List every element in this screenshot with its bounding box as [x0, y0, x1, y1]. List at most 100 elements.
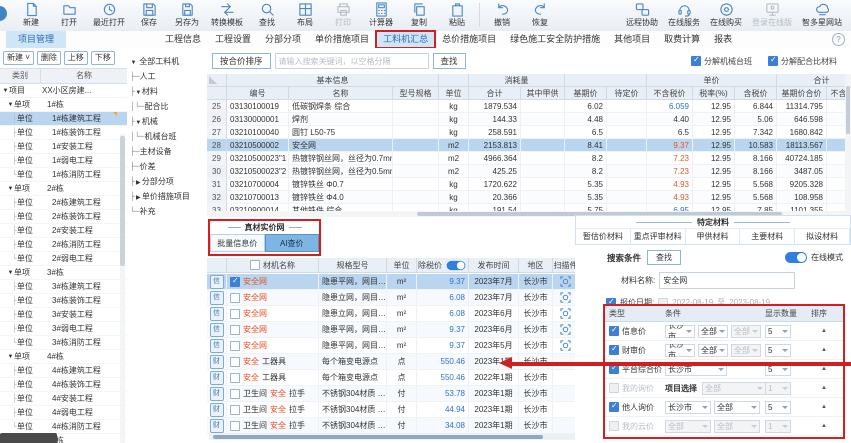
- category-item-补充[interactable]: └─补充: [127, 204, 207, 219]
- expand-arrow-icon[interactable]: ▼: [135, 86, 142, 99]
- condition-dropdown[interactable]: 全部: [702, 382, 765, 395]
- scan-file-icon[interactable]: [560, 340, 571, 351]
- tree-row-1#栋消防工程[interactable]: └单位1#栋消防工程: [0, 168, 127, 182]
- sort-ascending-icon[interactable]: ▲: [811, 423, 843, 429]
- scan-file-icon[interactable]: [560, 276, 571, 287]
- display-count-dropdown[interactable]: 1: [765, 420, 791, 433]
- price-row-checkbox[interactable]: [230, 405, 240, 415]
- category-item-配合比[interactable]: │└─配合比: [127, 99, 207, 114]
- summary-row[interactable]: 2503130100019低碳钢焊条 综合kg1879.5346.026.059…: [207, 100, 845, 113]
- sort-ascending-icon[interactable]: ▲: [811, 404, 843, 410]
- tab-拟设材料[interactable]: 拟设材料: [795, 229, 850, 245]
- condition-dropdown[interactable]: 全部: [698, 325, 728, 338]
- toolbar-open-folder-button[interactable]: 打开: [50, 0, 88, 28]
- tab-总价措施项目[interactable]: 总价措施项目: [435, 31, 503, 48]
- summary-row[interactable]: 3103210700004镀锌铁丝 Φ0.7kg1720.6225.354.93…: [207, 178, 845, 191]
- price-row[interactable]: 信安全网隐患平网，网目…m²9.372023年7月长沙市12: [207, 274, 594, 290]
- tree-row-2#栋[interactable]: ▼单项2#栋: [0, 182, 127, 196]
- toolbar-redo-button[interactable]: 恢复: [521, 0, 559, 28]
- price-row-checkbox[interactable]: [230, 341, 240, 351]
- category-item-机械[interactable]: ├▼机械: [127, 114, 207, 129]
- tree-row-2#弱电工程[interactable]: └单位2#弱电工程: [0, 252, 127, 266]
- tree-删除-button[interactable]: 删除: [37, 51, 61, 65]
- summary-search-input[interactable]: [275, 53, 429, 69]
- condition-dropdown[interactable]: 全部: [714, 401, 760, 414]
- display-count-dropdown[interactable]: 5: [765, 363, 791, 376]
- summary-row[interactable]: 2803210500002安全网m22153.8138.419.3712.951…: [207, 139, 845, 152]
- price-row[interactable]: 财卫生间安全拉手不锈钢304材质 …付44.942023年1期长沙市12: [207, 402, 594, 418]
- app-logo-icon[interactable]: [0, 6, 7, 21]
- tax-excluded-toggle[interactable]: [447, 260, 466, 269]
- expand-arrow-icon[interactable]: ▼: [2, 88, 9, 94]
- tab-批量信息价[interactable]: 批量信息价: [210, 234, 265, 252]
- tab-报表[interactable]: 报表: [707, 31, 739, 48]
- tree-row-3#栋消防工程[interactable]: └单位3#栋消防工程: [0, 336, 127, 350]
- tab-主要材料[interactable]: 主要材料: [740, 229, 795, 245]
- toolbar-save-disk-button[interactable]: 保存: [130, 0, 168, 28]
- tab-工程设置[interactable]: 工程设置: [208, 31, 258, 48]
- split-mix-option[interactable]: 分解配合比材料: [768, 56, 837, 67]
- toolbar-save-as-button[interactable]: 另存为: [168, 0, 206, 28]
- toolbar-new-file-button[interactable]: 新建: [12, 0, 50, 28]
- price-row[interactable]: 财卫生间安全拉手不锈钢304材质 …付34.082023年1期长沙市12: [207, 418, 594, 434]
- condition-dropdown[interactable]: 长沙市: [665, 401, 711, 414]
- sort-ascending-icon[interactable]: ▲: [811, 347, 843, 353]
- toolbar-website-button[interactable]: 智多星网站: [797, 0, 847, 28]
- condition-dropdown[interactable]: 全部: [731, 344, 761, 357]
- summary-row[interactable]: 2603130000001焊剂kg144.334.484.4012.955.06…: [207, 113, 845, 126]
- tree-row-4#栋消防工程[interactable]: └单位4#栋消防工程: [0, 420, 127, 434]
- tab-取费计算[interactable]: 取费计算: [657, 31, 707, 48]
- tree-row-1#栋装饰工程[interactable]: ├单位1#栋装饰工程: [0, 126, 127, 140]
- tree-row-4#栋建筑工程[interactable]: ├单位4#栋建筑工程: [0, 364, 127, 378]
- tree-row-2#安装工程[interactable]: ├单位2#安装工程: [0, 224, 127, 238]
- condition-type-checkbox[interactable]: [609, 383, 619, 393]
- price-row[interactable]: 财卫生间安全拉手不锈钢304材质 …付53.782023年1期长沙市12: [207, 386, 594, 402]
- tree-row-1#栋建筑工程[interactable]: ├单位1#栋建筑工程: [0, 112, 127, 126]
- sort-by-total-button[interactable]: 按合价排序: [212, 53, 271, 69]
- condition-dropdown[interactable]: 长沙市: [665, 325, 695, 338]
- category-item-分部分项[interactable]: ├▶分部分项: [127, 174, 207, 189]
- toolbar-copy-button[interactable]: 复制: [400, 0, 438, 28]
- price-row-checkbox[interactable]: [230, 373, 240, 383]
- price-row[interactable]: 信安全网隐患立网，网目…m²6.082023年7月长沙市12: [207, 290, 594, 306]
- select-all-checkbox[interactable]: [250, 260, 260, 270]
- tab-重点评审材料[interactable]: 重点评审材料: [631, 229, 686, 245]
- project-tree-scrollbar[interactable]: [120, 134, 125, 443]
- split-machine-option[interactable]: 分解机械台班: [691, 56, 752, 67]
- display-count-dropdown[interactable]: 5: [765, 344, 791, 357]
- condition-type-checkbox[interactable]: [609, 326, 619, 336]
- tree-新建-button[interactable]: 新建 ˅: [3, 51, 34, 65]
- tree-row-4#栋[interactable]: ▼单项4#栋: [0, 350, 127, 364]
- help-icon[interactable]: ?: [832, 33, 845, 46]
- tab-绿色施工安全防护措施[interactable]: 绿色施工安全防护措施: [503, 31, 607, 48]
- material-name-input[interactable]: [659, 272, 795, 289]
- price-row-checkbox[interactable]: [230, 309, 240, 319]
- category-item-材料[interactable]: ├▼材料: [127, 84, 207, 99]
- display-count-dropdown[interactable]: 5: [765, 401, 791, 414]
- price-row-checkbox[interactable]: [230, 277, 240, 287]
- condition-type-checkbox[interactable]: [609, 402, 619, 412]
- price-row-checkbox[interactable]: [230, 421, 240, 431]
- tree-row-3#栋[interactable]: ▼单项3#栋: [0, 266, 127, 280]
- price-row[interactable]: 财安全工器具每个箱变电源点点550.462022年1期长沙市12: [207, 370, 594, 386]
- summary-row[interactable]: 2703210100040圆钉 L50-75kg258.5916.56.512.…: [207, 126, 845, 139]
- scan-file-icon[interactable]: [560, 292, 571, 303]
- condition-dropdown[interactable]: 长沙市: [665, 344, 695, 357]
- price-row-checkbox[interactable]: [230, 389, 240, 399]
- sort-ascending-icon[interactable]: ▲: [811, 366, 843, 372]
- tab-甲供材料[interactable]: 甲供材料: [686, 229, 741, 245]
- toolbar-online-service-button[interactable]: 在线服务: [663, 0, 705, 28]
- sort-ascending-icon[interactable]: ▲: [811, 385, 843, 391]
- expand-arrow-icon[interactable]: ▼: [7, 354, 14, 360]
- toolbar-remote-assist-button[interactable]: 远程协助: [621, 0, 663, 28]
- display-count-dropdown[interactable]: 5: [765, 325, 791, 338]
- tree-row-2#栋建筑工程[interactable]: ├单位2#栋建筑工程: [0, 196, 127, 210]
- tree-row-3#安装工程[interactable]: ├单位3#安装工程: [0, 308, 127, 322]
- category-item-机械台班[interactable]: │└─机械台班: [127, 129, 207, 144]
- toolbar-convert-template-button[interactable]: 转换模板: [206, 0, 248, 28]
- price-row-checkbox[interactable]: [230, 357, 240, 367]
- collapse-arrow-icon[interactable]: ▶: [135, 191, 142, 204]
- tab-project-management[interactable]: 项目管理: [6, 31, 66, 48]
- tree-row-3#栋建筑工程[interactable]: ├单位3#栋建筑工程: [0, 280, 127, 294]
- tree-row-2#栋装饰工程[interactable]: ├单位2#栋装饰工程: [0, 210, 127, 224]
